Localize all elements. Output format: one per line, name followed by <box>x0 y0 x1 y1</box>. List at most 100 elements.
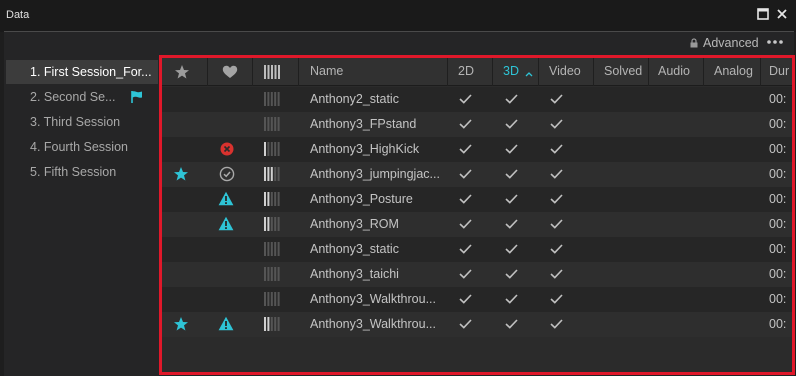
column-audio-label: Audio <box>658 64 690 78</box>
column-starred[interactable] <box>162 58 208 86</box>
checkmark-icon <box>459 144 472 154</box>
signal-bars-icon <box>264 167 280 181</box>
divider <box>4 31 794 32</box>
checkmark-icon <box>459 94 472 104</box>
heart-icon <box>222 65 238 78</box>
signal-bars-icon <box>264 92 280 106</box>
session-item[interactable]: 4. Fourth Session <box>6 135 158 159</box>
checkmark-icon <box>459 319 472 329</box>
checkmark-icon <box>505 119 518 129</box>
star-icon <box>175 65 189 79</box>
checkmark-icon <box>459 294 472 304</box>
star-icon <box>174 317 188 331</box>
checkmark-icon <box>505 94 518 104</box>
warning-icon <box>218 316 234 331</box>
window-title: Data <box>6 9 30 21</box>
session-list: 1. First Session_For... 2. Second Se... 3.… <box>6 60 158 376</box>
column-2d-label: 2D <box>458 64 474 78</box>
sort-ascending-icon <box>525 72 533 77</box>
checkmark-icon <box>505 144 518 154</box>
advanced-toggle[interactable]: Advanced <box>690 35 759 51</box>
column-analog-label: Analog <box>714 64 753 78</box>
table-row[interactable]: Anthony3_static 00: <box>162 237 792 262</box>
checkmark-icon <box>459 219 472 229</box>
star-icon <box>174 167 188 181</box>
row-name: Anthony3_Walkthrou... <box>310 317 436 331</box>
signal-bars-icon <box>264 292 280 306</box>
checkmark-icon <box>505 169 518 179</box>
session-item[interactable]: 2. Second Se... <box>6 85 158 109</box>
session-item-label: 4. Fourth Session <box>30 140 128 154</box>
session-item[interactable]: 3. Third Session <box>6 110 158 134</box>
checkmark-icon <box>459 194 472 204</box>
maximize-icon[interactable] <box>757 8 771 22</box>
checkmark-icon <box>505 194 518 204</box>
checkmark-icon <box>459 169 472 179</box>
column-name[interactable]: Name <box>299 58 448 86</box>
session-item-label: 2. Second Se... <box>30 90 116 104</box>
checkmark-icon <box>505 219 518 229</box>
signal-bars-icon <box>264 65 280 79</box>
column-video[interactable]: Video <box>539 58 594 86</box>
column-duration[interactable]: Dur <box>761 58 792 86</box>
error-icon <box>220 142 234 156</box>
column-signal[interactable] <box>253 58 299 86</box>
signal-bars-icon <box>264 217 280 231</box>
checkmark-icon <box>550 319 563 329</box>
table-header: Name 2D 3D Video Solved Audio Analog Dur <box>162 58 792 86</box>
table-row[interactable]: Anthony2_static 00: <box>162 87 792 112</box>
checkmark-icon <box>550 294 563 304</box>
table-row[interactable]: Anthony3_Walkthrou... 00: <box>162 312 792 337</box>
table-row[interactable]: Anthony3_jumpingjac... 00: <box>162 162 792 187</box>
column-favorite[interactable] <box>208 58 253 86</box>
table-row[interactable]: Anthony3_Walkthrou... 00: <box>162 287 792 312</box>
checkmark-icon <box>505 294 518 304</box>
close-icon[interactable] <box>776 8 790 22</box>
checkmark-icon <box>550 194 563 204</box>
checkmark-icon <box>459 119 472 129</box>
session-item-label: 3. Third Session <box>30 115 121 129</box>
table-row[interactable]: Anthony3_FPstand 00: <box>162 112 792 137</box>
column-audio[interactable]: Audio <box>649 58 704 86</box>
checkmark-icon <box>550 144 563 154</box>
column-2d[interactable]: 2D <box>448 58 493 86</box>
checkmark-icon <box>550 169 563 179</box>
column-video-label: Video <box>549 64 581 78</box>
checkmark-icon <box>459 269 472 279</box>
checkmark-icon <box>505 244 518 254</box>
column-3d-label: 3D <box>503 64 519 78</box>
column-duration-label: Dur <box>769 64 790 78</box>
more-options-icon[interactable] <box>766 37 784 47</box>
checkmark-icon <box>550 219 563 229</box>
table-row[interactable]: Anthony3_HighKick 00: <box>162 137 792 162</box>
checkmark-icon <box>459 244 472 254</box>
flag-icon[interactable] <box>130 90 144 104</box>
session-item[interactable]: 1. First Session_For... <box>6 60 158 84</box>
session-item-label: 5. Fifth Session <box>30 165 117 179</box>
column-solved[interactable]: Solved <box>594 58 649 86</box>
checkmark-icon <box>550 269 563 279</box>
lock-icon <box>690 38 698 48</box>
session-item[interactable]: 5. Fifth Session <box>6 160 158 184</box>
signal-bars-icon <box>264 242 280 256</box>
column-3d[interactable]: 3D <box>493 58 539 86</box>
signal-bars-icon <box>264 317 280 331</box>
checkmark-icon <box>505 269 518 279</box>
checkmark-icon <box>505 319 518 329</box>
advanced-label: Advanced <box>703 36 759 50</box>
checkmark-icon <box>550 119 563 129</box>
session-item-label: 1. First Session_For... <box>30 65 152 79</box>
column-solved-label: Solved <box>604 64 643 78</box>
warning-icon <box>218 191 234 206</box>
table-row[interactable]: Anthony3_taichi 00: <box>162 262 792 287</box>
row-duration: 00: <box>769 317 787 331</box>
warning-icon <box>218 216 234 231</box>
table-row[interactable]: Anthony3_ROM 00: <box>162 212 792 237</box>
check-circle-icon <box>219 166 235 182</box>
signal-bars-icon <box>264 192 280 206</box>
title-bar: Data <box>0 0 796 32</box>
signal-bars-icon <box>264 117 280 131</box>
table-row[interactable]: Anthony3_Posture 00: <box>162 187 792 212</box>
checkmark-icon <box>550 94 563 104</box>
column-analog[interactable]: Analog <box>704 58 761 86</box>
